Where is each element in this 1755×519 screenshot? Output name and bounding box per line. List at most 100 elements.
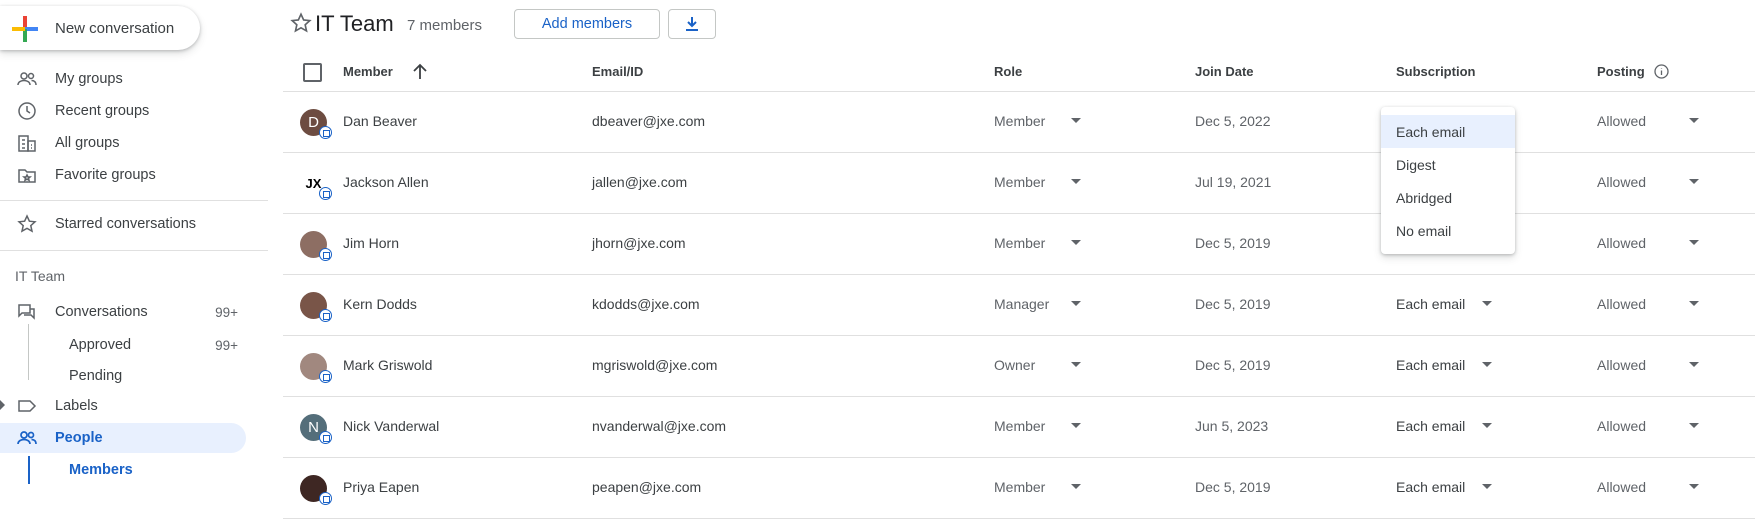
table-row[interactable]: Jim Horn jhorn@jxe.com Member Dec 5, 2019 Al… (283, 214, 1755, 275)
subscription-dropdown-caret-icon[interactable] (1482, 423, 1492, 428)
sidebar-item-conversations[interactable]: Conversations 99+ (0, 297, 246, 327)
avatar: D (300, 109, 332, 139)
folder-star-icon (18, 169, 36, 183)
role-dropdown-caret-icon[interactable] (1071, 240, 1081, 245)
avatar: N (300, 414, 332, 444)
join-date: Dec 5, 2022 (1195, 113, 1271, 129)
role-select[interactable]: Member (994, 418, 1045, 434)
member-name: Jackson Allen (343, 174, 429, 190)
posting-dropdown-caret-icon[interactable] (1689, 484, 1699, 489)
posting-select[interactable]: Allowed (1597, 357, 1646, 373)
google-group-badge-icon (319, 248, 332, 261)
sidebar-item-labels[interactable]: Labels (0, 391, 246, 421)
posting-dropdown-caret-icon[interactable] (1689, 240, 1699, 245)
sidebar-item-label: Pending (69, 368, 123, 384)
sidebar-item-people[interactable]: People (0, 423, 246, 453)
role-dropdown-caret-icon[interactable] (1071, 301, 1081, 306)
role-dropdown-caret-icon[interactable] (1071, 179, 1081, 184)
google-group-badge-icon (319, 370, 332, 383)
add-members-button[interactable]: Add members (514, 9, 660, 39)
sidebar-item-approved[interactable]: Approved 99+ (0, 330, 246, 360)
sidebar-item-starred-conversations[interactable]: Starred conversations (0, 209, 246, 239)
role-dropdown-caret-icon[interactable] (1071, 118, 1081, 123)
posting-dropdown-caret-icon[interactable] (1689, 118, 1699, 123)
posting-dropdown-caret-icon[interactable] (1689, 362, 1699, 367)
star-outline-icon[interactable] (290, 12, 312, 34)
sidebar-divider (0, 200, 268, 201)
table-row[interactable]: Kern Dodds kdodds@jxe.com Manager Dec 5, 20… (283, 275, 1755, 336)
posting-dropdown-caret-icon[interactable] (1689, 423, 1699, 428)
table-row[interactable]: N Nick Vanderwal nvanderwal@jxe.com Member J… (283, 397, 1755, 458)
avatar (300, 475, 332, 505)
member-name: Dan Beaver (343, 113, 417, 129)
posting-select[interactable]: Allowed (1597, 174, 1646, 190)
download-button[interactable] (668, 9, 716, 39)
google-group-badge-icon (319, 492, 332, 505)
google-group-badge-icon (319, 431, 332, 444)
group-section-label: IT Team (15, 268, 66, 284)
subscription-option-digest[interactable]: Digest (1381, 148, 1515, 181)
column-header-join-date: Join Date (1195, 64, 1254, 79)
info-icon[interactable] (1653, 63, 1670, 80)
subscription-option-no-email[interactable]: No email (1381, 214, 1515, 247)
posting-select[interactable]: Allowed (1597, 235, 1646, 251)
subscription-dropdown-caret-icon[interactable] (1482, 301, 1492, 306)
sidebar-item-pending[interactable]: Pending (0, 361, 246, 391)
role-select[interactable]: Owner (994, 357, 1035, 373)
avatar-initial: N (308, 419, 319, 436)
subscription-dropdown-caret-icon[interactable] (1482, 362, 1492, 367)
column-header-posting: Posting (1597, 64, 1645, 79)
role-select[interactable]: Member (994, 235, 1045, 251)
posting-select[interactable]: Allowed (1597, 296, 1646, 312)
posting-select[interactable]: Allowed (1597, 113, 1646, 129)
subscription-select[interactable]: Each email (1396, 418, 1465, 434)
sidebar-item-label: Starred conversations (55, 216, 197, 232)
member-email: dbeaver@jxe.com (592, 113, 706, 129)
subscription-option-abridged[interactable]: Abridged (1381, 181, 1515, 214)
select-all-checkbox[interactable] (303, 63, 322, 82)
posting-dropdown-caret-icon[interactable] (1689, 179, 1699, 184)
new-conversation-button[interactable]: New conversation (0, 6, 200, 50)
role-select[interactable]: Member (994, 174, 1045, 190)
table-row[interactable]: D Dan Beaver dbeaver@jxe.com Member Dec 5, 2… (283, 92, 1755, 153)
join-date: Dec 5, 2019 (1195, 296, 1271, 312)
sidebar-item-all-groups[interactable]: All groups (0, 128, 246, 158)
avatar (300, 292, 332, 322)
member-email: mgriswold@jxe.com (592, 357, 718, 373)
role-dropdown-caret-icon[interactable] (1071, 362, 1081, 367)
table-row[interactable]: Priya Eapen peapen@jxe.com Member Dec 5, 20… (283, 458, 1755, 519)
role-select[interactable]: Member (994, 113, 1045, 129)
posting-select[interactable]: Allowed (1597, 418, 1646, 434)
sidebar-item-favorite-groups[interactable]: Favorite groups (0, 160, 246, 190)
table-header: Member Email/ID Role Join Date Subscript… (283, 52, 1755, 92)
sidebar-item-recent-groups[interactable]: Recent groups (0, 96, 246, 126)
sidebar-item-members[interactable]: Members (0, 455, 246, 485)
member-name: Nick Vanderwal (343, 418, 440, 434)
people-icon (17, 72, 37, 86)
subscription-select[interactable]: Each email (1396, 357, 1465, 373)
sidebar-item-label: All groups (55, 135, 120, 151)
table-row[interactable]: Mark Griswold mgriswold@jxe.com Owner Dec 5… (283, 336, 1755, 397)
sidebar-item-label: Members (69, 462, 133, 478)
join-date: Dec 5, 2019 (1195, 479, 1271, 495)
member-name: Priya Eapen (343, 479, 420, 495)
column-header-member[interactable]: Member (343, 64, 393, 79)
subscription-option-each-email[interactable]: Each email (1381, 115, 1515, 148)
new-conversation-label: New conversation (55, 20, 175, 37)
posting-select[interactable]: Allowed (1597, 479, 1646, 495)
role-select[interactable]: Manager (994, 296, 1049, 312)
plus-icon (12, 16, 38, 42)
subscription-select[interactable]: Each email (1396, 479, 1465, 495)
arrow-up-icon[interactable] (410, 62, 430, 82)
table-row[interactable]: JX Jackson Allen jallen@jxe.com Member Jul 1… (283, 153, 1755, 214)
posting-dropdown-caret-icon[interactable] (1689, 301, 1699, 306)
sidebar-item-my-groups[interactable]: My groups (0, 64, 246, 94)
subscription-dropdown-caret-icon[interactable] (1482, 484, 1492, 489)
role-dropdown-caret-icon[interactable] (1071, 423, 1081, 428)
role-select[interactable]: Member (994, 479, 1045, 495)
role-dropdown-caret-icon[interactable] (1071, 484, 1081, 489)
member-email: jhorn@jxe.com (592, 235, 686, 251)
subscription-select[interactable]: Each email (1396, 296, 1465, 312)
google-group-badge-icon (319, 187, 332, 200)
column-header-role: Role (994, 64, 1023, 79)
